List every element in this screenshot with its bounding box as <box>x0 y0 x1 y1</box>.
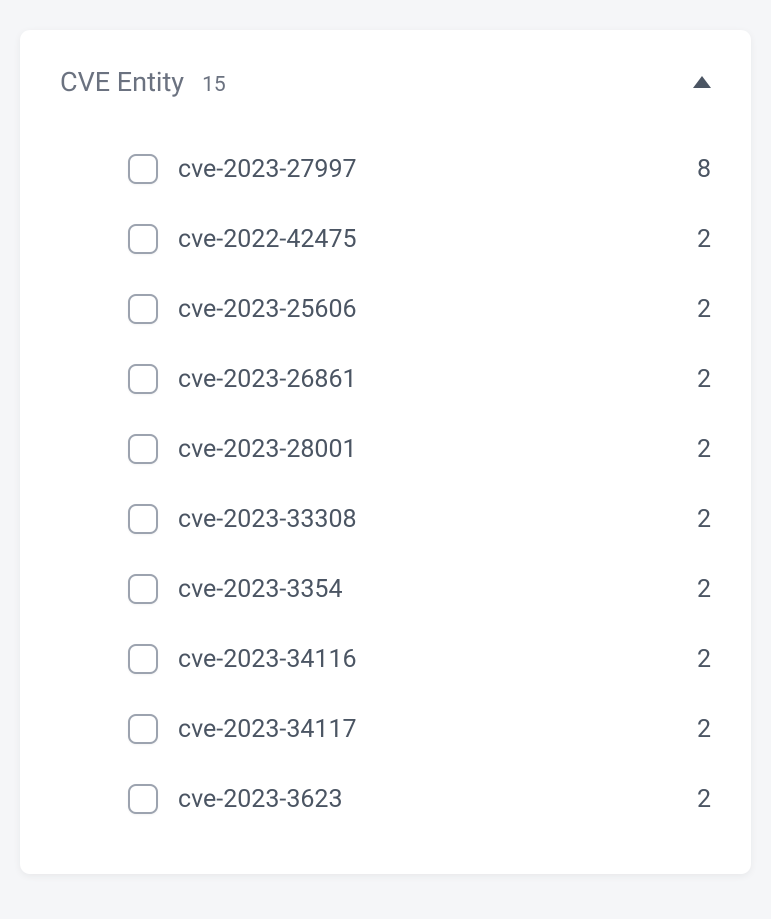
panel-header-left: CVE Entity 15 <box>60 66 226 98</box>
item-count: 2 <box>691 225 711 254</box>
checkbox[interactable] <box>128 574 158 604</box>
list-item[interactable]: cve-2023-36232 <box>60 764 711 834</box>
panel-header[interactable]: CVE Entity 15 <box>60 66 711 98</box>
list-item[interactable]: cve-2023-268612 <box>60 344 711 414</box>
item-count: 2 <box>691 645 711 674</box>
item-label: cve-2023-3623 <box>178 785 691 814</box>
item-count: 2 <box>691 295 711 324</box>
checkbox[interactable] <box>128 714 158 744</box>
checkbox[interactable] <box>128 294 158 324</box>
checkbox[interactable] <box>128 504 158 534</box>
item-count: 2 <box>691 365 711 394</box>
chevron-up-icon[interactable] <box>693 76 711 88</box>
item-count: 2 <box>691 435 711 464</box>
checkbox[interactable] <box>128 154 158 184</box>
list-item[interactable]: cve-2023-33542 <box>60 554 711 624</box>
item-label: cve-2023-25606 <box>178 295 691 324</box>
checkbox[interactable] <box>128 784 158 814</box>
item-count: 2 <box>691 575 711 604</box>
item-count: 8 <box>691 155 711 184</box>
list-item[interactable]: cve-2023-256062 <box>60 274 711 344</box>
cve-item-list: cve-2023-279978cve-2022-424752cve-2023-2… <box>60 134 711 834</box>
checkbox[interactable] <box>128 364 158 394</box>
item-count: 2 <box>691 785 711 814</box>
item-label: cve-2022-42475 <box>178 225 691 254</box>
item-label: cve-2023-28001 <box>178 435 691 464</box>
panel-total-count: 15 <box>202 73 226 97</box>
list-item[interactable]: cve-2023-341162 <box>60 624 711 694</box>
list-item[interactable]: cve-2022-424752 <box>60 204 711 274</box>
item-label: cve-2023-26861 <box>178 365 691 394</box>
item-label: cve-2023-34117 <box>178 715 691 744</box>
item-label: cve-2023-27997 <box>178 155 691 184</box>
checkbox[interactable] <box>128 434 158 464</box>
item-count: 2 <box>691 505 711 534</box>
list-item[interactable]: cve-2023-280012 <box>60 414 711 484</box>
item-count: 2 <box>691 715 711 744</box>
item-label: cve-2023-3354 <box>178 575 691 604</box>
list-item[interactable]: cve-2023-333082 <box>60 484 711 554</box>
list-item[interactable]: cve-2023-341172 <box>60 694 711 764</box>
item-label: cve-2023-33308 <box>178 505 691 534</box>
checkbox[interactable] <box>128 644 158 674</box>
item-label: cve-2023-34116 <box>178 645 691 674</box>
panel-title: CVE Entity <box>60 66 184 98</box>
checkbox[interactable] <box>128 224 158 254</box>
cve-entity-panel: CVE Entity 15 cve-2023-279978cve-2022-42… <box>20 30 751 874</box>
list-item[interactable]: cve-2023-279978 <box>60 134 711 204</box>
